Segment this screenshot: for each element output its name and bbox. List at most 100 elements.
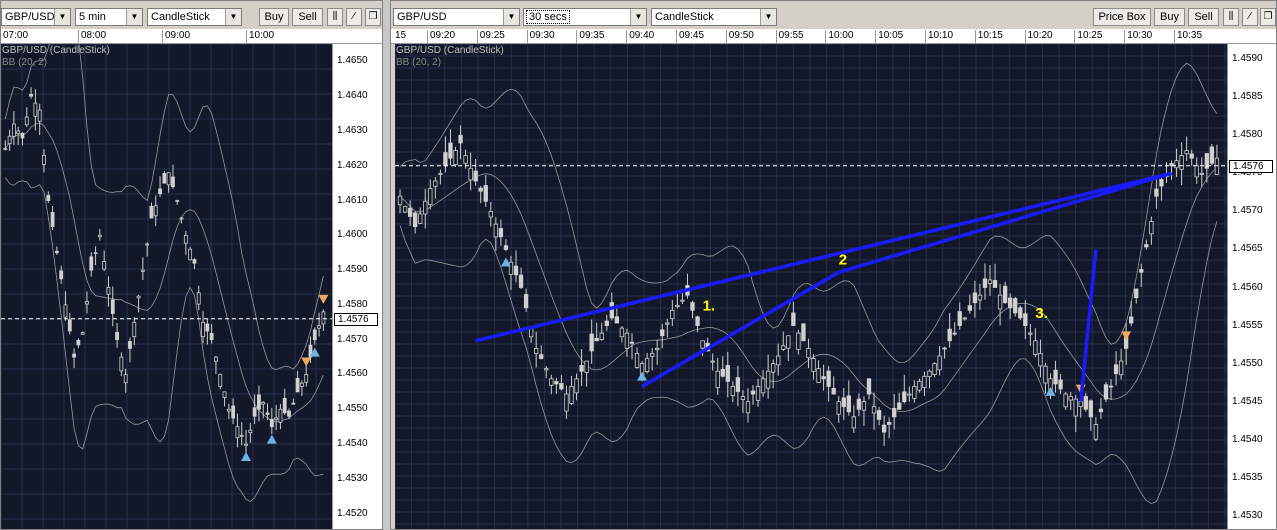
candle-body [967, 305, 973, 311]
candle-body [453, 150, 458, 166]
candle-body [128, 341, 132, 349]
price-box-button[interactable]: Price Box [1093, 8, 1151, 26]
price-chart[interactable]: 1. 2 3. GBP/USD (CandleStick) BB (20, 2) [395, 44, 1227, 529]
candle-body [282, 397, 287, 414]
candle-body [252, 407, 257, 417]
time-label: 09:25 [476, 30, 505, 43]
candle-body [841, 397, 846, 408]
candle-body [463, 155, 468, 164]
candle-body [106, 287, 111, 295]
candle-body [771, 363, 776, 373]
price-label: 1.4530 [337, 472, 368, 484]
sell-button[interactable]: Sell [292, 8, 323, 26]
price-axis: 1.4590 1.4585 1.4580 1.4575 1.4570 1.4565 1.45… [1227, 44, 1276, 529]
candle-body [806, 347, 811, 359]
time-axis: 07:00 08:00 09:00 10:00 [1, 29, 382, 44]
candle-body [162, 173, 167, 184]
time-label: 10:20 [1024, 30, 1053, 43]
time-label: 09:45 [676, 30, 704, 43]
candle-body [655, 347, 660, 351]
candle-body [1083, 396, 1088, 410]
candle-body [136, 295, 141, 299]
candle-body [755, 386, 761, 401]
symbol-select[interactable]: GBP/USD ▼ [1, 8, 71, 26]
chevron-down-icon[interactable]: ▼ [54, 9, 70, 25]
candle-body [7, 135, 12, 145]
interval-select[interactable]: 30 secs ▼ [523, 8, 647, 26]
candle-body [781, 345, 786, 350]
chart-window-5min: GBP/USD ▼ 5 min ▼ CandleStick ▼ Buy Sell ⫼ … [0, 0, 383, 530]
toolbar: GBP/USD ▼ 30 secs ▼ CandleStick ▼ Price Box… [391, 1, 1276, 29]
candle-body [1053, 369, 1058, 385]
candle-body [257, 394, 261, 410]
chart-type-select[interactable]: CandleStick ▼ [147, 8, 242, 26]
chevron-down-icon[interactable]: ▼ [126, 9, 142, 25]
chart-type-select[interactable]: CandleStick ▼ [651, 8, 777, 26]
candle-body [952, 332, 957, 335]
buy-button[interactable]: Buy [1154, 8, 1185, 26]
candle-body [76, 340, 81, 346]
candle-body [987, 279, 993, 284]
candle-body [1013, 298, 1018, 314]
candle-body [720, 369, 725, 377]
candle-body [796, 332, 801, 350]
candle-body [942, 347, 947, 350]
price-chart[interactable]: GBP/USD (CandleStick) BB (20, 2) [1, 44, 332, 529]
candle-body [153, 205, 158, 217]
price-label: 1.4535 [1232, 471, 1263, 483]
candle-body [214, 356, 218, 362]
candle-body [1199, 172, 1204, 175]
candle-body [132, 321, 137, 338]
price-label: 1.4580 [337, 298, 368, 310]
chevron-down-icon[interactable]: ▼ [630, 9, 646, 25]
candle-body [140, 269, 145, 272]
candle-body [473, 170, 478, 182]
price-axis: 1.4650 1.4640 1.4630 1.4620 1.4610 1.4600 1.45… [332, 44, 382, 529]
bar-chart-icon[interactable]: ⫼ [1223, 8, 1239, 26]
interval-select[interactable]: 5 min ▼ [75, 8, 143, 26]
price-label: 1.4600 [337, 229, 368, 241]
candle-body [523, 294, 529, 309]
restore-window-icon[interactable]: ❐ [1260, 8, 1276, 26]
pencil-line-icon[interactable]: ⁄ [1242, 8, 1258, 26]
time-label: 09:35 [576, 30, 604, 43]
chevron-down-icon[interactable]: ▼ [225, 9, 241, 25]
candle-body [1108, 385, 1114, 388]
candlestick-chart [1, 44, 332, 529]
pencil-line-icon[interactable]: ⁄ [346, 8, 362, 26]
candle-body [644, 358, 650, 373]
candle-body [791, 312, 796, 326]
chevron-down-icon[interactable]: ▼ [503, 9, 519, 25]
candle-body [665, 322, 670, 325]
sell-marker-icon [318, 294, 329, 304]
chevron-down-icon[interactable]: ▼ [760, 9, 776, 25]
candle-body [569, 386, 574, 404]
candle-body [871, 406, 877, 414]
sell-button[interactable]: Sell [1188, 8, 1219, 26]
candle-body [483, 185, 488, 202]
candle-body [776, 355, 781, 366]
candle-body [244, 443, 248, 446]
trend-line [641, 270, 840, 388]
candle-body [947, 328, 952, 342]
candle-body [876, 410, 882, 420]
symbol-select[interactable]: GBP/USD ▼ [393, 8, 520, 26]
candle-body [192, 259, 197, 264]
buy-button[interactable]: Buy [259, 8, 289, 26]
candle-body [892, 407, 897, 418]
price-label: 1.4530 [1232, 509, 1263, 521]
price-label: 1.4570 [337, 333, 368, 345]
candle-body [982, 278, 988, 288]
candle-body [609, 302, 614, 319]
restore-window-icon[interactable]: ❐ [365, 8, 381, 26]
candle-body [188, 248, 193, 261]
candle-body [433, 180, 438, 187]
bar-chart-icon[interactable]: ⫼ [327, 8, 343, 26]
candle-body [218, 374, 223, 388]
candle-body [846, 395, 851, 413]
candle-body [1194, 165, 1199, 178]
candle-body [745, 401, 751, 414]
candle-body [917, 380, 922, 391]
price-label: 1.4540 [1232, 433, 1263, 445]
candle-body [680, 299, 685, 302]
